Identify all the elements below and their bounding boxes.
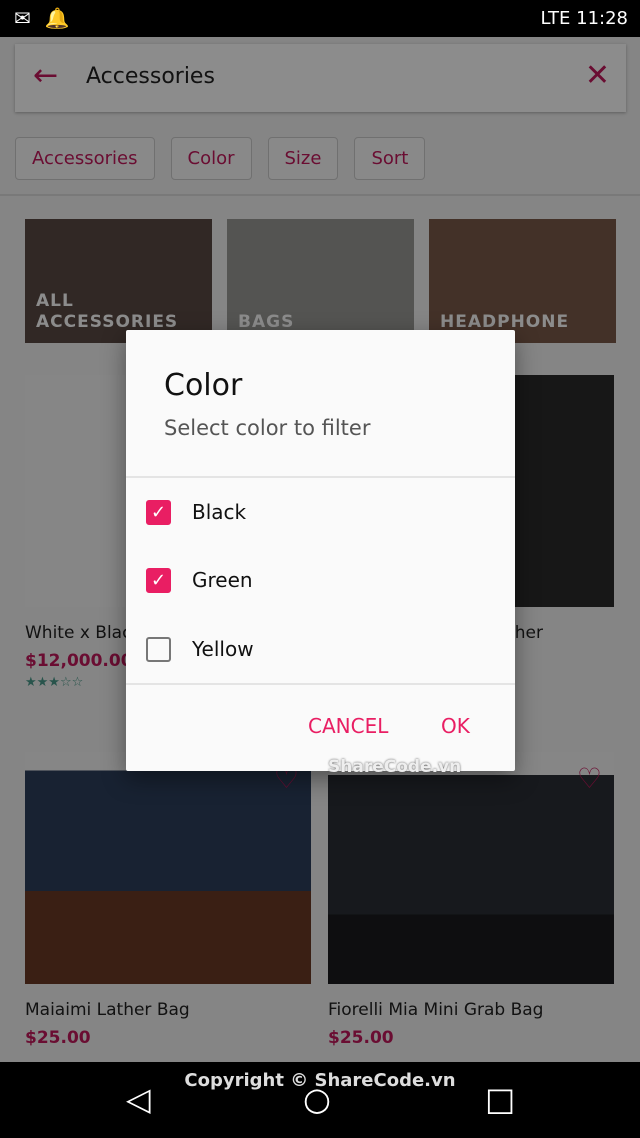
option-yellow[interactable]: Yellow bbox=[146, 629, 254, 669]
divider bbox=[126, 683, 515, 685]
checkbox-checked[interactable]: ✓ bbox=[146, 567, 171, 593]
checkbox-unchecked[interactable] bbox=[146, 636, 171, 662]
option-label: Yellow bbox=[192, 637, 254, 661]
status-bar: ✉ 🔔 LTE 11:28 bbox=[0, 0, 640, 37]
checkbox-checked[interactable]: ✓ bbox=[146, 499, 171, 525]
option-green[interactable]: ✓ Green bbox=[146, 560, 253, 600]
gmail-icon: ✉ bbox=[14, 6, 31, 30]
option-label: Green bbox=[192, 568, 253, 592]
option-label: Black bbox=[192, 500, 247, 524]
divider bbox=[126, 476, 515, 478]
copyright-watermark: Copyright © ShareCode.vn bbox=[184, 1070, 456, 1091]
dialog-title: Color bbox=[164, 368, 243, 403]
clock: 11:28 bbox=[576, 8, 628, 29]
option-black[interactable]: ✓ Black bbox=[146, 492, 246, 532]
color-filter-dialog: Color Select color to filter ✓ Black ✓ Gre… bbox=[126, 330, 515, 771]
bell-icon: 🔔 bbox=[44, 6, 70, 30]
cancel-button[interactable]: CANCEL bbox=[308, 714, 388, 738]
watermark: ShareCode.vn bbox=[328, 757, 462, 777]
ok-button[interactable]: OK bbox=[441, 714, 470, 738]
network-label: LTE bbox=[540, 8, 571, 29]
dialog-subtitle: Select color to filter bbox=[164, 416, 371, 440]
